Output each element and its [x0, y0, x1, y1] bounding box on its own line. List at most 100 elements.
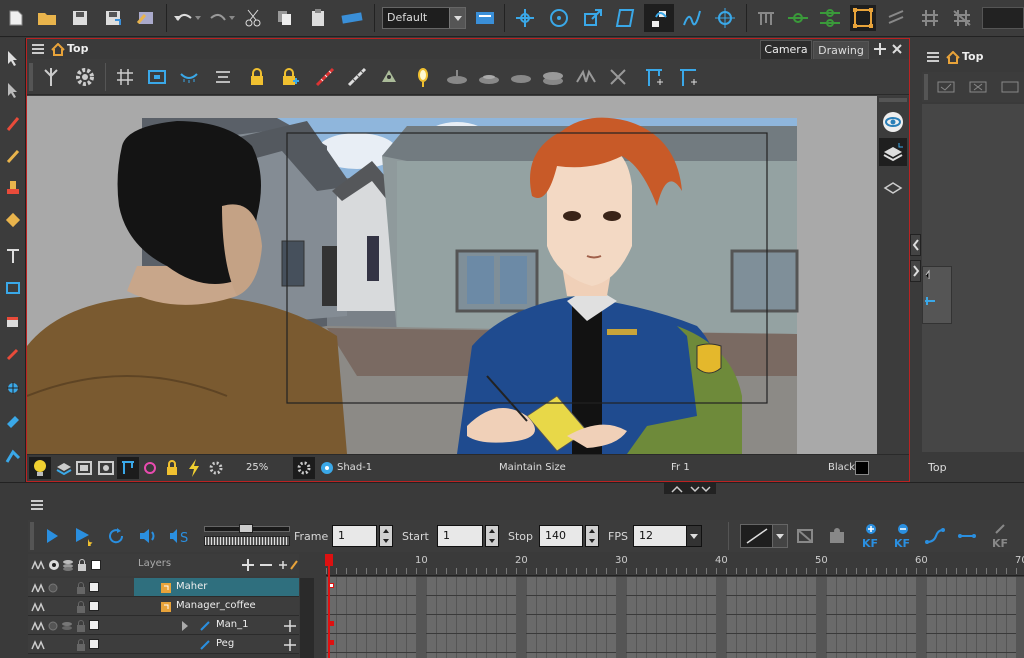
frame-field[interactable]: 1: [332, 525, 377, 547]
stop-field[interactable]: 140: [539, 525, 583, 547]
solo-toggle-icon[interactable]: [46, 618, 60, 633]
right-breadcrumb[interactable]: Top: [962, 50, 983, 63]
bounding-box-icon[interactable]: [850, 5, 876, 31]
hash-grid-icon[interactable]: [918, 7, 942, 29]
shader-name[interactable]: Shad-1: [337, 462, 372, 473]
disk-2-icon[interactable]: [475, 65, 503, 89]
lock-icon[interactable]: [245, 65, 269, 89]
mirror-icon[interactable]: [411, 65, 435, 89]
start-stepper[interactable]: [485, 525, 499, 547]
paste-icon[interactable]: [308, 8, 328, 28]
fps-field[interactable]: 12: [633, 525, 688, 547]
disk-3-icon[interactable]: [507, 65, 535, 89]
layer-name[interactable]: Man_1: [216, 619, 248, 630]
collapse-left-button[interactable]: [910, 234, 921, 256]
layers-active-icon[interactable]: [879, 138, 907, 166]
smooth-icon[interactable]: [3, 446, 23, 466]
add-layer-icon[interactable]: [240, 557, 256, 573]
layers-icon[interactable]: [880, 176, 906, 200]
zoom-level[interactable]: 25%: [246, 462, 268, 473]
layer-row-man-1[interactable]: Man_1: [28, 616, 299, 635]
add-keyframe-icon[interactable]: KF: [858, 522, 884, 550]
timeline-grid[interactable]: [326, 577, 1024, 658]
tab-camera[interactable]: Camera: [760, 40, 812, 59]
bone-view-icon[interactable]: [117, 457, 139, 479]
animate-mode-icon[interactable]: [30, 557, 46, 573]
hamburger-menu-icon[interactable]: [31, 42, 45, 56]
ruler-red-icon[interactable]: [313, 65, 337, 89]
add-child-icon[interactable]: [283, 637, 297, 652]
transform-icon[interactable]: [512, 6, 538, 30]
light-bulb-icon[interactable]: [29, 457, 51, 479]
paint-bucket-icon[interactable]: [3, 310, 23, 330]
stack-toggle-icon[interactable]: [60, 618, 74, 633]
bone-add-icon[interactable]: [675, 65, 701, 89]
target-icon[interactable]: [712, 6, 738, 30]
interpolation-dropdown[interactable]: [772, 524, 788, 548]
workspace-manager-icon[interactable]: [474, 8, 496, 28]
ruler-white-icon[interactable]: [345, 65, 369, 89]
layer-options-icon[interactable]: [288, 557, 300, 573]
render-gear-icon[interactable]: [205, 457, 227, 479]
pencil-icon[interactable]: [3, 146, 23, 166]
disabled-grid-icon[interactable]: [950, 7, 974, 29]
layer-row-manager-coffee[interactable]: Manager_coffee: [28, 597, 299, 616]
lightning-icon[interactable]: [183, 457, 205, 479]
disk-4-icon[interactable]: [539, 65, 567, 89]
lock-toggle-icon[interactable]: [74, 618, 88, 633]
layer-scrollbar[interactable]: [300, 578, 314, 658]
play-selection-icon[interactable]: [72, 524, 96, 548]
frame-icon[interactable]: [73, 457, 95, 479]
lock-small-icon[interactable]: [161, 457, 183, 479]
timeline-ruler[interactable]: 10 20 30 40 50 60 70: [326, 554, 1024, 576]
stop-stepper[interactable]: [585, 525, 599, 547]
save-as-icon[interactable]: [103, 8, 123, 28]
home-icon[interactable]: [946, 50, 960, 64]
lock-toggle-icon[interactable]: [74, 599, 88, 614]
character-icon[interactable]: [377, 65, 401, 89]
camera-mask-icon[interactable]: [95, 457, 117, 479]
rotate-icon[interactable]: [546, 6, 572, 30]
bone-frame-icon[interactable]: [641, 65, 667, 89]
rigging-icon[interactable]: [754, 7, 778, 29]
grid-tool-icon[interactable]: [884, 7, 908, 29]
playhead-handle[interactable]: [325, 554, 333, 566]
pinwheel-icon[interactable]: [605, 65, 631, 89]
grid-icon[interactable]: [113, 65, 137, 89]
layer-row-peg[interactable]: Peg: [28, 635, 299, 654]
keyframe-disabled-icon[interactable]: KF: [988, 522, 1014, 550]
speed-slider-thumb[interactable]: [239, 524, 253, 533]
color-swatch-header[interactable]: [88, 557, 104, 573]
camera-viewport[interactable]: [27, 96, 877, 454]
animate-toggle-icon[interactable]: [30, 618, 46, 633]
hamburger-menu-icon[interactable]: [926, 50, 940, 64]
add-view-icon[interactable]: [873, 42, 887, 56]
new-file-icon[interactable]: [6, 8, 26, 28]
playhead[interactable]: [328, 554, 330, 658]
playback-speed-slider[interactable]: [204, 524, 290, 548]
eye-icon[interactable]: [880, 110, 906, 134]
cutter-icon[interactable]: [3, 412, 23, 432]
undo-icon[interactable]: [172, 8, 202, 28]
light-table-icon[interactable]: [211, 65, 235, 89]
layer-row-maher[interactable]: Maher: [28, 578, 299, 597]
check-icon[interactable]: [934, 76, 958, 98]
layers-3d-icon[interactable]: [53, 457, 75, 479]
layer-name[interactable]: Manager_coffee: [176, 600, 256, 611]
import-icon[interactable]: [135, 8, 157, 28]
sound-scrub-icon[interactable]: S: [166, 524, 194, 548]
brush-icon[interactable]: [3, 114, 23, 134]
maintain-size-label[interactable]: Maintain Size: [499, 462, 566, 473]
cut-icon[interactable]: [242, 8, 264, 28]
safe-area-icon[interactable]: [145, 65, 169, 89]
hamburger-menu-icon[interactable]: [30, 498, 44, 512]
bone-icon[interactable]: [786, 7, 810, 29]
eraser-icon[interactable]: [3, 210, 23, 230]
scale-icon[interactable]: [580, 6, 606, 30]
workspace-select[interactable]: Default: [382, 7, 466, 29]
loop-icon[interactable]: [139, 457, 161, 479]
add-child-icon[interactable]: [283, 618, 297, 633]
shader-icon[interactable]: [316, 457, 338, 479]
lock-add-icon[interactable]: [279, 65, 303, 89]
cross-box-icon[interactable]: [966, 76, 990, 98]
